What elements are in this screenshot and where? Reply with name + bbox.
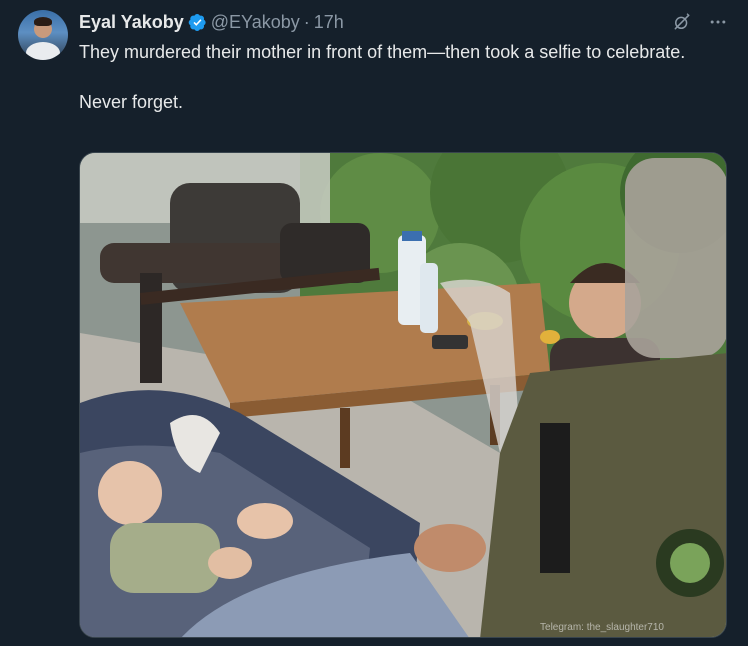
timestamp[interactable]: 17h: [314, 11, 344, 33]
tweet-text-line: Never forget.: [79, 92, 184, 112]
tweet-header: Eyal Yakoby @EYakoby · 17h: [79, 11, 344, 33]
avatar[interactable]: [18, 10, 68, 60]
tweet-actions: [672, 12, 728, 32]
photo-scene: [80, 153, 726, 637]
grok-icon[interactable]: [672, 12, 692, 32]
tweet-text: They murdered their mother in front of t…: [79, 40, 719, 114]
avatar-hair: [34, 17, 52, 26]
tweet-media-photo[interactable]: Telegram: the_slaughter710: [79, 152, 727, 638]
more-icon[interactable]: [708, 12, 728, 32]
verified-badge-icon[interactable]: [188, 13, 207, 32]
media-watermark: Telegram: the_slaughter710: [540, 622, 664, 633]
tweet[interactable]: Eyal Yakoby @EYakoby · 17h They murdered…: [0, 0, 748, 646]
tweet-text-line: They murdered their mother in front of t…: [79, 42, 686, 62]
display-name[interactable]: Eyal Yakoby: [79, 11, 184, 33]
separator-dot: ·: [303, 12, 310, 32]
avatar-shirt: [26, 42, 60, 60]
handle[interactable]: @EYakoby: [211, 11, 300, 33]
